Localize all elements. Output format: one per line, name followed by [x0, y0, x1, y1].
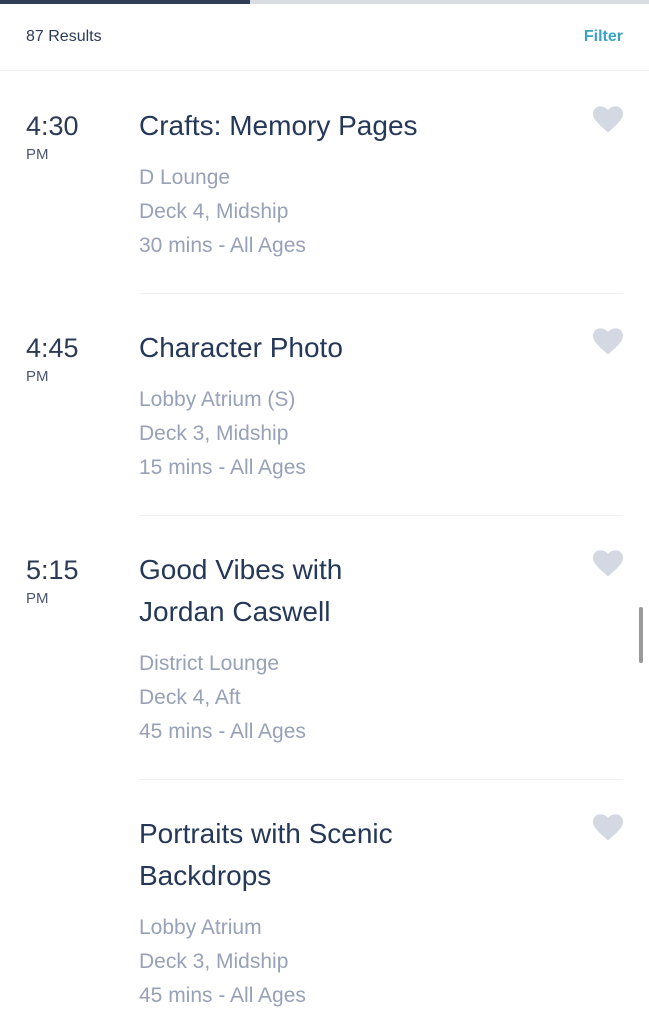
event-item[interactable]: Portraits with Scenic Backdrops Lobby At… — [0, 780, 649, 1024]
event-time-value: 4:30 — [26, 111, 79, 141]
event-content: Good Vibes with Jordan Caswell District … — [139, 554, 649, 780]
event-location: District Lounge — [139, 652, 280, 675]
event-meta: D Lounge Deck 4, Midship 30 mins - All A… — [139, 161, 579, 263]
event-item[interactable]: 5:15 PM Good Vibes with Jordan Caswell D… — [0, 516, 649, 780]
event-location: D Lounge — [139, 166, 231, 189]
heart-icon[interactable] — [593, 328, 623, 356]
event-location: Lobby Atrium — [139, 916, 262, 939]
event-deck: Deck 4, Midship — [139, 200, 289, 223]
event-meta: Lobby Atrium Deck 3, Midship 45 mins - A… — [139, 911, 579, 1013]
event-meta: Lobby Atrium (S) Deck 3, Midship 15 mins… — [139, 383, 579, 485]
event-details: 15 mins - All Ages — [139, 456, 306, 479]
event-details: 30 mins - All Ages — [139, 234, 306, 257]
event-content: Character Photo Lobby Atrium (S) Deck 3,… — [139, 332, 649, 516]
event-time: 4:30 PM — [0, 110, 139, 294]
event-location: Lobby Atrium (S) — [139, 388, 296, 411]
event-content: Portraits with Scenic Backdrops Lobby At… — [139, 818, 649, 1024]
event-title: Good Vibes with Jordan Caswell — [139, 554, 343, 627]
event-time-period: PM — [26, 368, 49, 385]
event-time-value: 5:15 — [26, 555, 79, 585]
event-title: Character Photo — [139, 332, 343, 363]
event-meta: District Lounge Deck 4, Aft 45 mins - Al… — [139, 647, 579, 749]
heart-icon[interactable] — [593, 106, 623, 134]
event-list: 4:30 PM Crafts: Memory Pages D Lounge De… — [0, 72, 649, 1024]
event-deck: Deck 3, Midship — [139, 422, 289, 445]
event-details: 45 mins - All Ages — [139, 984, 306, 1007]
heart-icon[interactable] — [593, 550, 623, 578]
event-time-value: 4:45 — [26, 333, 79, 363]
results-count: 87 Results — [26, 28, 102, 45]
event-deck: Deck 4, Aft — [139, 686, 241, 709]
event-content: Crafts: Memory Pages D Lounge Deck 4, Mi… — [139, 110, 649, 294]
scrollbar[interactable] — [639, 607, 643, 663]
event-title: Portraits with Scenic Backdrops — [139, 818, 393, 891]
event-time — [0, 818, 139, 1024]
event-item[interactable]: 4:45 PM Character Photo Lobby Atrium (S)… — [0, 294, 649, 516]
event-time: 4:45 PM — [0, 332, 139, 516]
event-details: 45 mins - All Ages — [139, 720, 306, 743]
filter-button[interactable]: Filter — [584, 28, 623, 46]
event-time-period: PM — [26, 146, 49, 163]
event-deck: Deck 3, Midship — [139, 950, 289, 973]
heart-icon[interactable] — [593, 814, 623, 842]
results-header: 87 Results Filter — [0, 4, 649, 71]
event-time-period: PM — [26, 590, 49, 607]
event-item[interactable]: 4:30 PM Crafts: Memory Pages D Lounge De… — [0, 72, 649, 294]
event-time: 5:15 PM — [0, 554, 139, 780]
event-title: Crafts: Memory Pages — [139, 110, 418, 141]
